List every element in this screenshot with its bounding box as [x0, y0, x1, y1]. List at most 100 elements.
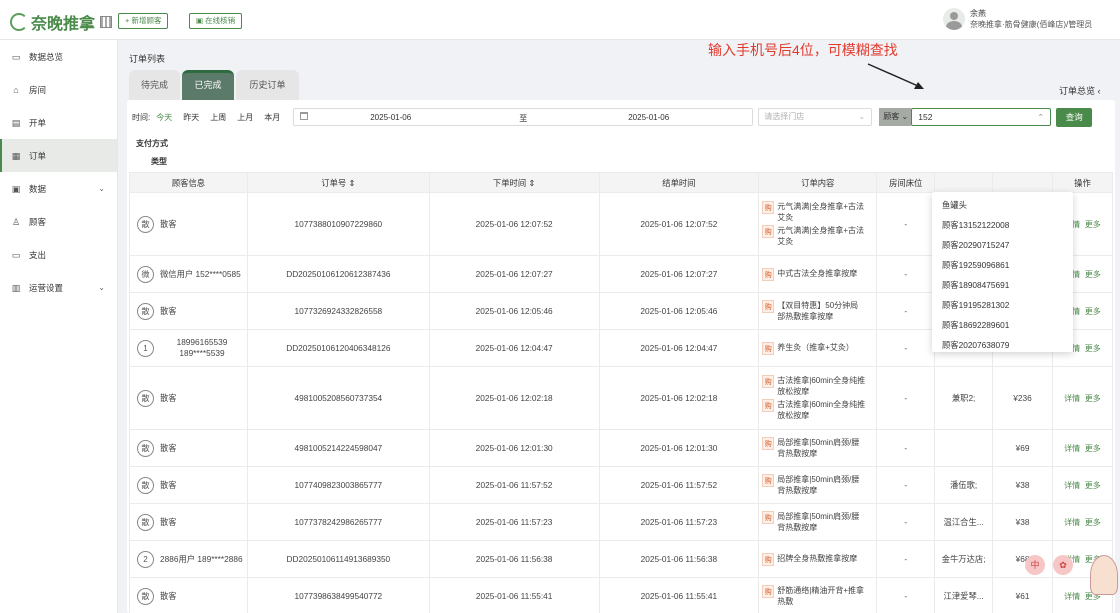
closed-time: 2025-01-06 12:02:18	[598, 366, 760, 430]
dropdown-option[interactable]: 顾客20290715247	[932, 235, 1073, 255]
dropdown-option[interactable]: 顾客20207638079	[932, 335, 1073, 355]
more-link[interactable]: 更多	[1085, 481, 1101, 490]
order-number: 1077378242986265777	[246, 503, 430, 541]
detail-link[interactable]: 详情	[1064, 394, 1080, 403]
dropdown-option[interactable]: 顾客13152122008	[932, 215, 1073, 235]
more-link[interactable]: 更多	[1085, 444, 1101, 453]
detail-link[interactable]: 详情	[1064, 444, 1080, 453]
more-link[interactable]: 更多	[1085, 220, 1101, 229]
closed-time: 2025-01-06 12:07:52	[598, 192, 760, 256]
more-link[interactable]: 更多	[1085, 270, 1101, 279]
sidebar-item-operation-settings[interactable]: ▥ 运营设置 ⌄	[0, 271, 117, 304]
new-customer-button[interactable]: + 新增顾客	[118, 13, 169, 29]
table-row[interactable]: 散散客 1077398638499540772 2025-01-06 11:55…	[129, 577, 1114, 613]
customer-badge: 散	[137, 302, 154, 320]
closed-time: 2025-01-06 11:57:23	[598, 503, 760, 541]
language-widget-icon[interactable]: 中	[1025, 555, 1045, 575]
order-amount: ¥61	[992, 577, 1053, 613]
sidebar-item-orders[interactable]: ▦ 订单	[0, 139, 117, 172]
order-overview-link[interactable]: 订单总览 ‹	[1059, 84, 1101, 97]
user-name: 余燕	[970, 9, 986, 18]
order-number: 1077409823003865777	[246, 466, 430, 504]
sidebar-item-open-order[interactable]: ▤ 开单	[0, 106, 117, 139]
closed-time: 2025-01-06 12:04:47	[598, 329, 760, 367]
table-row[interactable]: 散散客 4981005214224598047 2025-01-06 12:01…	[129, 429, 1114, 467]
dropdown-option[interactable]: 顾客19195281302	[932, 295, 1073, 315]
tab-pending[interactable]: 待完成	[129, 70, 180, 100]
table-row[interactable]: 散散客 1077409823003865777 2025-01-06 11:57…	[129, 466, 1114, 504]
dropdown-option[interactable]: 顾客18692289601	[932, 315, 1073, 335]
buy-tag-icon: 购	[762, 585, 775, 598]
online-writeoff-button[interactable]: ▣ 在线核销	[189, 13, 243, 29]
buy-tag-icon: 购	[762, 375, 775, 388]
time-option-today[interactable]: 今天	[156, 112, 172, 123]
order-item-name: 元气满满|全身推拿+古法艾灸	[777, 226, 865, 246]
table-row[interactable]: 散散客 1077378242986265777 2025-01-06 11:57…	[129, 503, 1114, 541]
order-number: DD20250106120612387436	[246, 255, 430, 293]
filter-bar: 时间: 今天 昨天 上周 上月 本月 2025-01-06 至 2025-01-…	[132, 107, 1112, 127]
more-link[interactable]: 更多	[1085, 307, 1101, 316]
order-item: 购【双目特惠】50分钟局部热敷推拿按摩	[762, 300, 873, 322]
created-time: 2025-01-06 12:04:47	[428, 329, 600, 367]
customer-name: 散客	[160, 442, 177, 453]
user-profile[interactable]: 余燕 奈晚推拿·筋骨健康(佰峰店)/管理员	[943, 8, 1092, 31]
main-content: 订单列表 输入手机号后4位，可模糊查找 待完成 已完成 历史订单 订单总览 ‹ …	[118, 40, 1120, 613]
more-link[interactable]: 更多	[1085, 518, 1101, 527]
table-row[interactable]: 散散客 4981005208560737354 2025-01-06 12:02…	[129, 366, 1114, 430]
time-option-last-week[interactable]: 上周	[210, 112, 226, 123]
dropdown-option[interactable]: 顾客19259096861	[932, 255, 1073, 275]
order-item: 购养生灸（推拿+艾灸）	[762, 341, 873, 355]
sidebar-item-room[interactable]: ⌂ 房间	[0, 73, 117, 106]
search-type-select[interactable]: 顾客 ⌄	[879, 108, 912, 126]
order-item: 购元气满满|全身推拿+古法艾灸	[762, 225, 873, 247]
time-option-yesterday[interactable]: 昨天	[183, 112, 199, 123]
col-order-no[interactable]: 订单号 ⇕	[246, 172, 430, 193]
technician	[934, 429, 994, 467]
order-item: 购中式古法全身推拿按摩	[762, 267, 873, 281]
created-time: 2025-01-06 11:55:41	[428, 577, 600, 613]
mascot-widget-icon[interactable]: ✿	[1053, 555, 1073, 575]
customer-search-input[interactable]: 152 ⌃	[911, 108, 1052, 126]
time-option-this-month[interactable]: 本月	[264, 112, 280, 123]
dropdown-option[interactable]: 鱼罐头	[932, 195, 1073, 215]
tab-completed[interactable]: 已完成	[182, 70, 234, 100]
more-link[interactable]: 更多	[1085, 394, 1101, 403]
pay-method-label[interactable]: 支付方式	[136, 138, 168, 149]
date-end[interactable]: 2025-01-06	[628, 113, 669, 122]
sidebar-item-expense[interactable]: ▭ 支出	[0, 238, 117, 271]
time-option-last-month[interactable]: 上月	[237, 112, 253, 123]
detail-link[interactable]: 详情	[1064, 592, 1080, 601]
query-button[interactable]: 查询	[1056, 107, 1093, 127]
order-content-cell: 购局部推拿|50min肩颈/腰背热敷按摩	[758, 429, 878, 467]
sidebar-item-customers[interactable]: ♙ 顾客	[0, 205, 117, 238]
app-logo[interactable]: 奈晚推拿	[10, 10, 113, 34]
order-content-cell: 购元气满满|全身推拿+古法艾灸购元气满满|全身推拿+古法艾灸	[758, 192, 878, 256]
room-bed: -	[876, 329, 936, 367]
annotation-text: 输入手机号后4位，可模糊查找	[708, 42, 898, 58]
table-header: 顾客信息 订单号 ⇕ 下单时间 ⇕ 结单时间 订单内容 房间床位 操作	[129, 172, 1114, 193]
room-bed: -	[876, 577, 936, 613]
type-label[interactable]: 类型	[151, 156, 167, 167]
detail-link[interactable]: 详情	[1064, 481, 1080, 490]
tab-history[interactable]: 历史订单	[236, 70, 299, 100]
order-number: DD20250106120406348126	[246, 329, 430, 367]
date-separator: 至	[519, 114, 528, 123]
customer-name: 2886用户 189****2886	[160, 553, 243, 564]
order-item-name: 中式古法全身推拿按摩	[777, 268, 858, 278]
sidebar-item-overview[interactable]: ▭ 数据总览	[0, 40, 117, 73]
store-select[interactable]: 请选择门店 ⌄	[758, 108, 873, 126]
sidebar-item-data[interactable]: ▣ 数据 ⌄	[0, 172, 117, 205]
date-range-picker[interactable]: 2025-01-06 至 2025-01-06	[293, 108, 754, 126]
table-row[interactable]: 2 2886用户 189****2886 DD202501061149136893…	[129, 540, 1114, 578]
customer-cell: 散散客	[129, 292, 248, 330]
col-created-time[interactable]: 下单时间 ⇕	[428, 172, 600, 193]
qr-code-icon[interactable]	[100, 16, 113, 28]
date-start[interactable]: 2025-01-06	[370, 113, 411, 122]
sidebar-item-label: 运营设置	[29, 282, 64, 293]
writeoff-label: 在线核销	[205, 16, 236, 25]
sidebar-item-label: 顾客	[29, 216, 47, 227]
order-item-name: 舒筋通络|精油开背+推拿热敷	[777, 586, 865, 606]
more-link[interactable]: 更多	[1085, 344, 1101, 353]
dropdown-option[interactable]: 顾客18908475691	[932, 275, 1073, 295]
detail-link[interactable]: 详情	[1064, 518, 1080, 527]
